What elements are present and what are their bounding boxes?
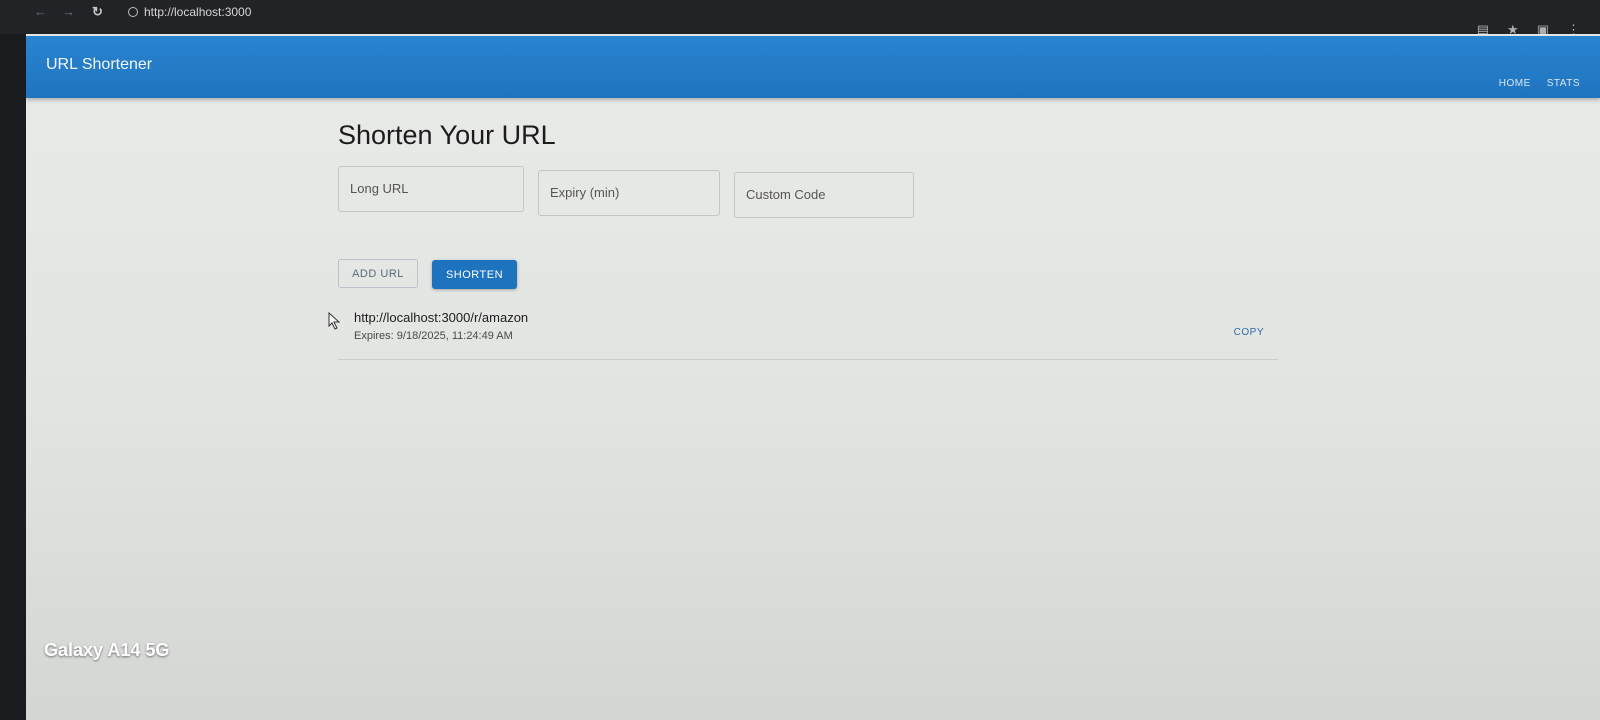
expiry-text: Expires: 9/18/2025, 11:24:49 AM (354, 330, 513, 342)
list-item: http://localhost:3000/r/amazon Expires: … (338, 308, 1278, 360)
shorten-form-section: Shorten Your URL Long URL Expiry (min) C… (338, 120, 1298, 360)
add-url-button[interactable]: ADD URL (338, 259, 418, 288)
app-brand[interactable]: URL Shortener (46, 56, 152, 74)
address-bar[interactable]: http://localhost:3000 (128, 3, 251, 21)
app-bar: URL Shortener HOME STATS (26, 36, 1600, 98)
page: URL Shortener HOME STATS Shorten Your UR… (26, 34, 1600, 720)
address-bar-url[interactable]: http://localhost:3000 (144, 5, 251, 19)
browser-chrome: ← → ↻ http://localhost:3000 ▤ ★ ▣ ⋮ (0, 0, 1600, 37)
short-url-text: http://localhost:3000/r/amazon (354, 310, 529, 325)
site-info-icon[interactable] (128, 7, 138, 17)
shorten-button[interactable]: SHORTEN (432, 260, 517, 289)
long-url-input[interactable]: Long URL (338, 166, 524, 212)
divider (338, 359, 1278, 360)
page-title: Shorten Your URL (338, 120, 556, 150)
back-icon[interactable]: ← (34, 4, 47, 19)
custom-code-input[interactable]: Custom Code (734, 172, 914, 218)
nav-stats-link[interactable]: STATS (1547, 78, 1580, 89)
forward-icon[interactable]: → (62, 4, 75, 19)
reload-icon[interactable]: ↻ (92, 4, 103, 20)
nav-home-link[interactable]: HOME (1499, 78, 1531, 89)
camera-watermark: Galaxy A14 5G (44, 640, 170, 660)
expiry-input[interactable]: Expiry (min) (538, 170, 720, 216)
app-nav: HOME STATS (1499, 78, 1580, 89)
mouse-cursor-icon (328, 312, 341, 330)
copy-button[interactable]: COPY (1234, 327, 1264, 338)
